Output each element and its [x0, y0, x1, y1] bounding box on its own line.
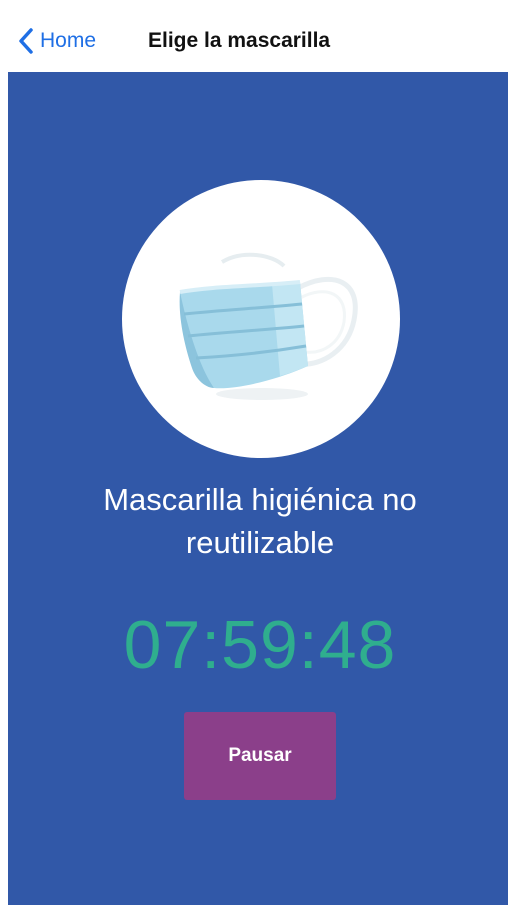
surgical-mask-image [179, 252, 358, 400]
back-button[interactable]: Home [18, 26, 96, 56]
navigation-bar: Home Elige la mascarilla [8, 8, 508, 72]
chevron-left-icon [19, 28, 33, 54]
mask-image-circle [122, 180, 400, 458]
countdown-timer: 07:59:48 [123, 607, 397, 683]
mask-name: Mascarilla higiénica no reutilizable [103, 482, 417, 560]
back-label: Home [40, 29, 97, 52]
page-title: Elige la mascarilla [148, 29, 331, 52]
pause-button[interactable]: Pausar [184, 712, 336, 800]
